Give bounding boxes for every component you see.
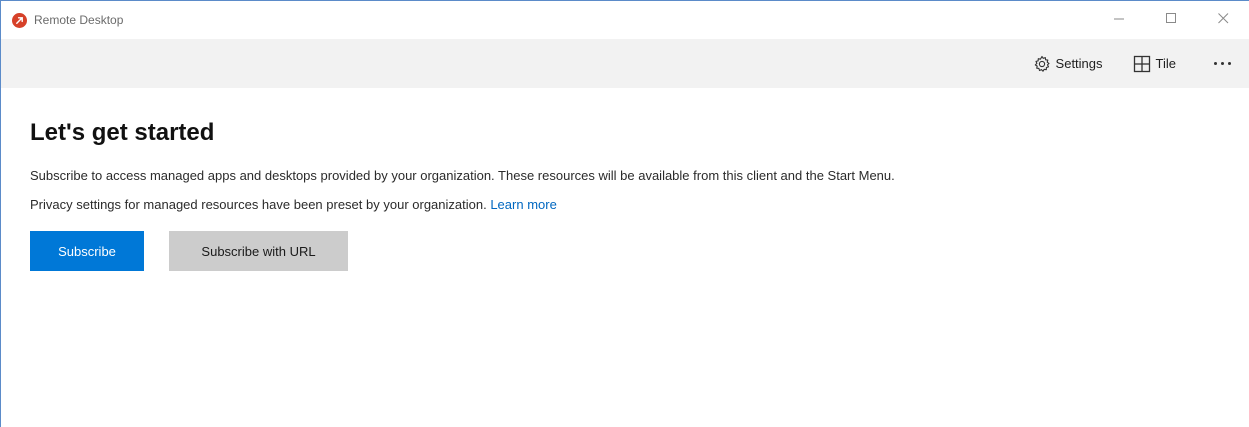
command-bar: Settings Tile bbox=[1, 39, 1249, 88]
more-icon bbox=[1214, 62, 1217, 65]
tile-label: Tile bbox=[1155, 56, 1176, 71]
privacy-text: Privacy settings for managed resources h… bbox=[30, 197, 487, 212]
action-buttons: Subscribe Subscribe with URL bbox=[30, 231, 1249, 271]
close-icon bbox=[1217, 11, 1229, 29]
close-button[interactable] bbox=[1197, 1, 1249, 39]
window-controls bbox=[1093, 1, 1249, 39]
gear-icon bbox=[1033, 55, 1051, 73]
tile-icon bbox=[1133, 55, 1151, 73]
settings-button[interactable]: Settings bbox=[1033, 55, 1103, 73]
maximize-icon bbox=[1165, 11, 1177, 29]
window-title: Remote Desktop bbox=[34, 13, 124, 27]
main-content: Let's get started Subscribe to access ma… bbox=[1, 88, 1249, 271]
subscribe-button[interactable]: Subscribe bbox=[30, 231, 144, 271]
tile-button[interactable]: Tile bbox=[1133, 55, 1176, 73]
more-options-button[interactable] bbox=[1210, 62, 1235, 65]
description-text: Subscribe to access managed apps and des… bbox=[30, 168, 895, 183]
privacy-text-line: Privacy settings for managed resources h… bbox=[30, 197, 1249, 213]
maximize-button[interactable] bbox=[1145, 1, 1197, 39]
more-icon-dot bbox=[1221, 62, 1224, 65]
title-bar[interactable]: Remote Desktop bbox=[1, 1, 1249, 39]
settings-label: Settings bbox=[1055, 56, 1103, 71]
app-window: Remote Desktop Settings Tile Let's get s… bbox=[0, 0, 1249, 427]
subscribe-with-url-button[interactable]: Subscribe with URL bbox=[169, 231, 348, 271]
page-title: Let's get started bbox=[30, 119, 215, 146]
minimize-icon bbox=[1113, 11, 1125, 29]
remote-desktop-app-icon bbox=[12, 12, 27, 28]
minimize-button[interactable] bbox=[1093, 1, 1145, 39]
learn-more-link[interactable]: Learn more bbox=[490, 197, 556, 212]
more-icon-dot bbox=[1228, 62, 1231, 65]
